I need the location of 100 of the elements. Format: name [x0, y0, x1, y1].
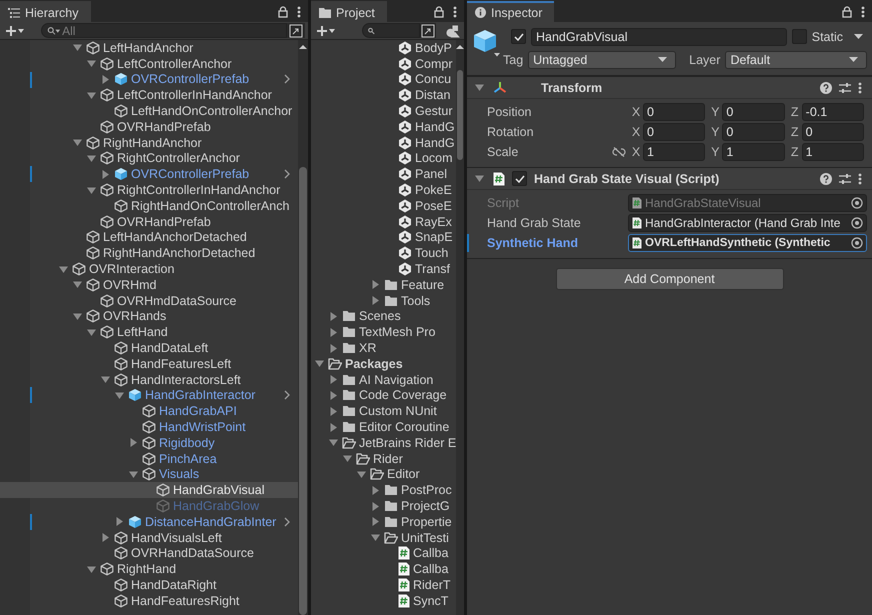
caret-down-icon[interactable] — [129, 470, 138, 479]
chevron-right-icon[interactable] — [284, 390, 290, 400]
project-item[interactable]: PostProc — [311, 482, 456, 498]
project-item[interactable]: Transf — [311, 261, 456, 277]
hierarchy-item[interactable]: OVRControllerPrefab — [0, 166, 298, 182]
project-item[interactable]: Distan — [311, 87, 456, 104]
number-field[interactable]: 0 — [802, 123, 864, 141]
hierarchy-item[interactable]: HandGrabVisual — [0, 482, 298, 498]
caret-down-icon[interactable] — [343, 454, 352, 464]
caret-right-icon[interactable] — [329, 390, 338, 400]
kebab-menu-icon[interactable] — [297, 6, 301, 18]
project-item[interactable]: Touch — [311, 245, 456, 262]
project-item[interactable]: RiderT — [311, 577, 456, 593]
hierarchy-item[interactable]: LeftHandOnControllerAnchor — [0, 103, 298, 119]
hierarchy-item[interactable]: LeftControllerInHandAnchor — [0, 87, 298, 104]
sliders-icon[interactable] — [839, 172, 851, 184]
number-field[interactable]: 0 — [643, 103, 706, 121]
project-item[interactable]: Callba — [311, 561, 456, 578]
chevron-right-icon[interactable] — [284, 74, 290, 84]
hierarchy-item[interactable]: RightHand — [0, 561, 298, 578]
project-item[interactable]: Packages — [311, 356, 456, 372]
caret-down-icon[interactable] — [371, 533, 380, 542]
project-item[interactable]: SnapE — [311, 230, 456, 246]
project-item[interactable]: Editor — [311, 466, 456, 482]
hierarchy-item[interactable]: LeftHand — [0, 324, 298, 340]
caret-down-icon[interactable] — [475, 83, 484, 92]
caret-down-icon[interactable] — [87, 328, 96, 337]
hierarchy-item[interactable]: OVRHandPrefab — [0, 214, 298, 230]
caret-down-icon[interactable] — [101, 375, 110, 384]
hierarchy-item[interactable]: RightHandOnControllerAnch — [0, 198, 298, 214]
caret-right-icon[interactable] — [329, 328, 338, 337]
hierarchy-item[interactable]: OVRInteraction — [0, 261, 298, 277]
project-item[interactable]: Feature — [311, 276, 456, 293]
hierarchy-item[interactable]: HandWristPoint — [0, 419, 298, 435]
caret-down-icon[interactable] — [329, 438, 338, 448]
component-header[interactable]: Hand Grab State Visual (Script) — [467, 167, 872, 190]
object-field[interactable]: OVRLeftHandSynthetic (Synthetic — [628, 234, 867, 252]
hierarchy-item[interactable]: RightHandAnchorDetached — [0, 245, 298, 262]
number-field[interactable]: 0 — [722, 123, 785, 141]
number-field[interactable]: 1 — [643, 143, 706, 161]
project-item[interactable]: AI Navigation — [311, 372, 456, 388]
help-icon[interactable] — [820, 172, 832, 184]
number-field[interactable]: -0.1 — [802, 103, 864, 121]
broken-link-icon[interactable] — [612, 147, 626, 157]
caret-down-icon[interactable] — [87, 154, 96, 163]
caret-down-icon[interactable] — [87, 564, 96, 574]
hierarchy-item[interactable]: LeftHandAnchorDetached — [0, 230, 298, 246]
project-item[interactable]: Tools — [311, 292, 456, 309]
number-field[interactable]: 1 — [802, 143, 864, 161]
search-icon[interactable] — [47, 26, 60, 36]
project-item[interactable]: BodyP — [311, 40, 456, 56]
project-item[interactable]: Locom — [311, 150, 456, 166]
project-item[interactable]: Rider — [311, 450, 456, 467]
scroll-up-icon[interactable] — [456, 44, 464, 50]
caret-right-icon[interactable] — [371, 517, 380, 526]
caret-right-icon[interactable] — [371, 280, 380, 290]
active-checkbox[interactable] — [511, 29, 526, 44]
layer-dropdown[interactable]: Default — [725, 50, 867, 68]
project-item[interactable]: Scenes — [311, 308, 456, 324]
caret-down-icon[interactable] — [475, 174, 484, 183]
chevron-right-icon[interactable] — [284, 169, 290, 180]
project-item[interactable]: TextMesh Pro — [311, 324, 456, 340]
caret-down-icon[interactable] — [357, 470, 366, 479]
caret-down-icon[interactable] — [73, 43, 82, 52]
project-item[interactable]: Code Coverage — [311, 388, 456, 404]
kebab-menu-icon[interactable] — [858, 172, 862, 184]
project-item[interactable]: Gestur — [311, 103, 456, 119]
project-item[interactable]: Concu — [311, 72, 456, 88]
caret-down-icon[interactable] — [59, 264, 68, 274]
hierarchy-item[interactable]: HandGrabInteractor — [0, 388, 298, 404]
project-item[interactable]: Propertie — [311, 514, 456, 530]
scrollbar[interactable] — [298, 40, 308, 615]
caret-right-icon[interactable] — [371, 502, 380, 510]
caret-right-icon[interactable] — [329, 375, 338, 384]
hierarchy-item[interactable]: HandInteractorsLeft — [0, 372, 298, 388]
caret-right-icon[interactable] — [371, 296, 380, 306]
caret-down-icon[interactable] — [854, 34, 863, 40]
hierarchy-tab[interactable]: Hierarchy — [0, 1, 90, 22]
static-checkbox[interactable] — [792, 29, 807, 44]
inspector-tab[interactable]: Inspector — [467, 1, 554, 22]
enabled-checkbox[interactable] — [512, 171, 527, 186]
project-tab[interactable]: Project — [311, 1, 387, 22]
caret-down-icon[interactable] — [315, 359, 324, 368]
project-item[interactable]: PoseE — [311, 198, 456, 214]
caret-right-icon[interactable] — [129, 438, 138, 448]
number-field[interactable]: 0 — [643, 123, 706, 141]
target-icon[interactable] — [851, 217, 863, 229]
tag-dropdown[interactable]: Untagged — [528, 50, 676, 68]
hierarchy-item[interactable]: Visuals — [0, 466, 298, 482]
hierarchy-item[interactable]: PinchArea — [0, 450, 298, 467]
number-field[interactable]: 0 — [722, 103, 785, 121]
caret-right-icon[interactable] — [329, 344, 338, 353]
caret-right-icon[interactable] — [329, 422, 338, 432]
hierarchy-item[interactable]: DistanceHandGrabInter — [0, 514, 298, 530]
help-icon[interactable] — [820, 82, 832, 94]
project-item[interactable]: Editor Coroutine — [311, 419, 456, 435]
hierarchy-item[interactable]: HandGrabAPI — [0, 403, 298, 420]
project-item[interactable]: XR — [311, 340, 456, 356]
caret-down-icon[interactable] — [87, 186, 96, 195]
project-item[interactable]: PokeE — [311, 182, 456, 198]
